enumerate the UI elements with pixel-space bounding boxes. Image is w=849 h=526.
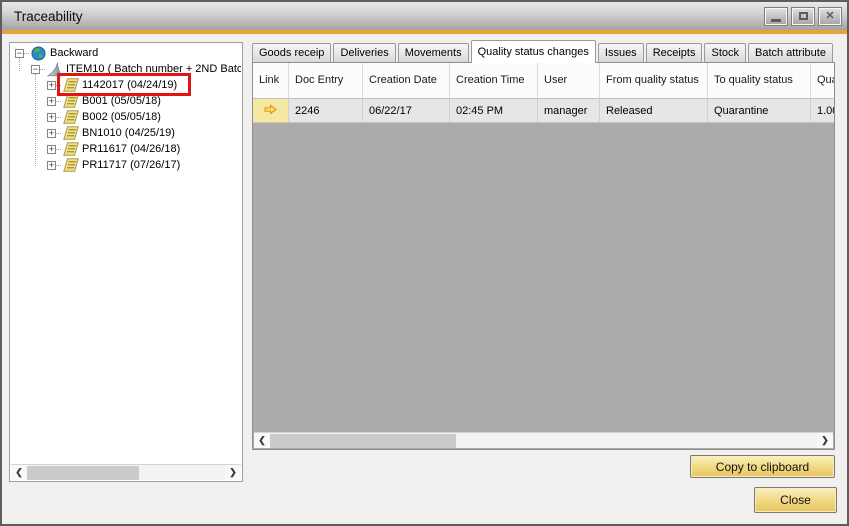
tree-connector	[56, 149, 61, 150]
table-cell: 06/22/17	[363, 99, 450, 123]
expand-icon[interactable]: +	[47, 113, 56, 122]
tree-item[interactable]: − Backward	[11, 45, 241, 61]
column-header[interactable]: Creation Date	[363, 63, 450, 99]
tab-movements[interactable]: Movements	[398, 43, 469, 62]
column-header[interactable]: From quality status	[600, 63, 708, 99]
scrollbar-thumb[interactable]	[270, 434, 456, 448]
traceability-window: Traceability ✕ −Backward−ITEM10 ( Batch …	[0, 0, 849, 526]
tab-deliveries[interactable]: Deliveries	[333, 43, 395, 62]
table-cell: manager	[538, 99, 600, 123]
batch-note-icon	[62, 158, 79, 173]
tab-batch-attribute[interactable]: Batch attribute	[748, 43, 833, 62]
maximize-icon	[799, 12, 808, 20]
scroll-left-icon[interactable]: ❮	[11, 465, 27, 480]
table-cell: Released	[600, 99, 708, 123]
tree-panel: −Backward−ITEM10 ( Batch number + 2ND Ba…	[9, 42, 243, 482]
tree-connector	[19, 58, 20, 71]
batch-note-icon	[62, 110, 79, 125]
minimize-button[interactable]	[765, 8, 787, 25]
tree-connector	[56, 117, 61, 118]
table-header-row: LinkDoc EntryCreation DateCreation TimeU…	[253, 63, 834, 99]
tab-issues[interactable]: Issues	[598, 43, 644, 62]
column-header[interactable]: Creation Time	[450, 63, 538, 99]
link-cell[interactable]	[253, 99, 289, 123]
table-rows: 224606/22/1702:45 PMmanagerReleasedQuara…	[253, 99, 834, 123]
close-window-button[interactable]: ✕	[819, 8, 841, 25]
tree-item-label: PR11717 (07/26/17)	[82, 159, 180, 171]
scrollbar-thumb[interactable]	[27, 466, 139, 480]
column-header[interactable]: Quantity	[811, 63, 835, 99]
scroll-left-icon[interactable]: ❮	[254, 433, 270, 448]
tree-h-scrollbar[interactable]: ❮ ❯	[11, 464, 241, 480]
maximize-button[interactable]	[792, 8, 814, 25]
tree-connector	[56, 133, 61, 134]
tree-connector	[40, 69, 45, 70]
tab-goods-receip[interactable]: Goods receip	[252, 43, 331, 62]
tree-item-label: B002 (05/05/18)	[82, 111, 161, 123]
tab-quality-status-changes[interactable]: Quality status changes	[471, 40, 596, 63]
expand-icon[interactable]: +	[47, 81, 56, 90]
tree: −Backward−ITEM10 ( Batch number + 2ND Ba…	[11, 45, 241, 463]
expand-icon[interactable]: +	[47, 97, 56, 106]
table-cell: 1.000	[811, 99, 835, 123]
expand-icon[interactable]: +	[47, 145, 56, 154]
collapse-icon[interactable]: −	[31, 65, 40, 74]
table-cell: 2246	[289, 99, 363, 123]
link-arrow-icon[interactable]	[263, 104, 278, 118]
tab-stock[interactable]: Stock	[704, 43, 746, 62]
window-title: Traceability	[14, 9, 765, 24]
expand-icon[interactable]: +	[47, 161, 56, 170]
batch-note-icon	[62, 142, 79, 157]
table-row[interactable]: 224606/22/1702:45 PMmanagerReleasedQuara…	[253, 99, 834, 123]
table-cell: 02:45 PM	[450, 99, 538, 123]
scroll-right-icon[interactable]: ❯	[225, 465, 241, 480]
copy-to-clipboard-button[interactable]: Copy to clipboard	[690, 455, 835, 478]
close-dialog-button[interactable]: Close	[754, 487, 837, 513]
tree-connector	[56, 101, 61, 102]
batch-note-icon	[62, 126, 79, 141]
tab-bar: Goods receipDeliveriesMovementsQuality s…	[252, 40, 835, 62]
window-controls: ✕	[765, 8, 841, 25]
column-header[interactable]: Link	[253, 63, 289, 99]
tab-receipts[interactable]: Receipts	[646, 43, 703, 62]
tree-item[interactable]: + BN1010 (04/25/19)	[11, 125, 241, 141]
dialog-body: −Backward−ITEM10 ( Batch number + 2ND Ba…	[2, 34, 847, 524]
close-icon: ✕	[825, 11, 834, 22]
column-header[interactable]: To quality status	[708, 63, 811, 99]
column-header[interactable]: Doc Entry	[289, 63, 363, 99]
highlight-box	[57, 73, 191, 96]
tree-item[interactable]: + PR11717 (07/26/17)	[11, 157, 241, 173]
table-panel: LinkDoc EntryCreation DateCreation TimeU…	[252, 62, 835, 450]
tree-item-label: BN1010 (04/25/19)	[82, 127, 175, 139]
table-h-scrollbar[interactable]: ❮ ❯	[254, 432, 833, 448]
tree-item[interactable]: + B002 (05/05/18)	[11, 109, 241, 125]
tree-item-label: Backward	[50, 47, 98, 59]
column-header[interactable]: User	[538, 63, 600, 99]
tree-connector	[56, 165, 61, 166]
scroll-right-icon[interactable]: ❯	[817, 433, 833, 448]
globe-icon	[30, 46, 47, 61]
tree-item[interactable]: + PR11617 (04/26/18)	[11, 141, 241, 157]
table-cell: Quarantine	[708, 99, 811, 123]
collapse-icon[interactable]: −	[15, 49, 24, 58]
title-bar: Traceability ✕	[2, 2, 847, 30]
tree-item-label: PR11617 (04/26/18)	[82, 143, 180, 155]
tree-item-label: B001 (05/05/18)	[82, 95, 161, 107]
expand-icon[interactable]: +	[47, 129, 56, 138]
tree-connector	[24, 53, 29, 54]
minimize-icon	[771, 19, 781, 22]
tree-connector	[35, 74, 36, 166]
